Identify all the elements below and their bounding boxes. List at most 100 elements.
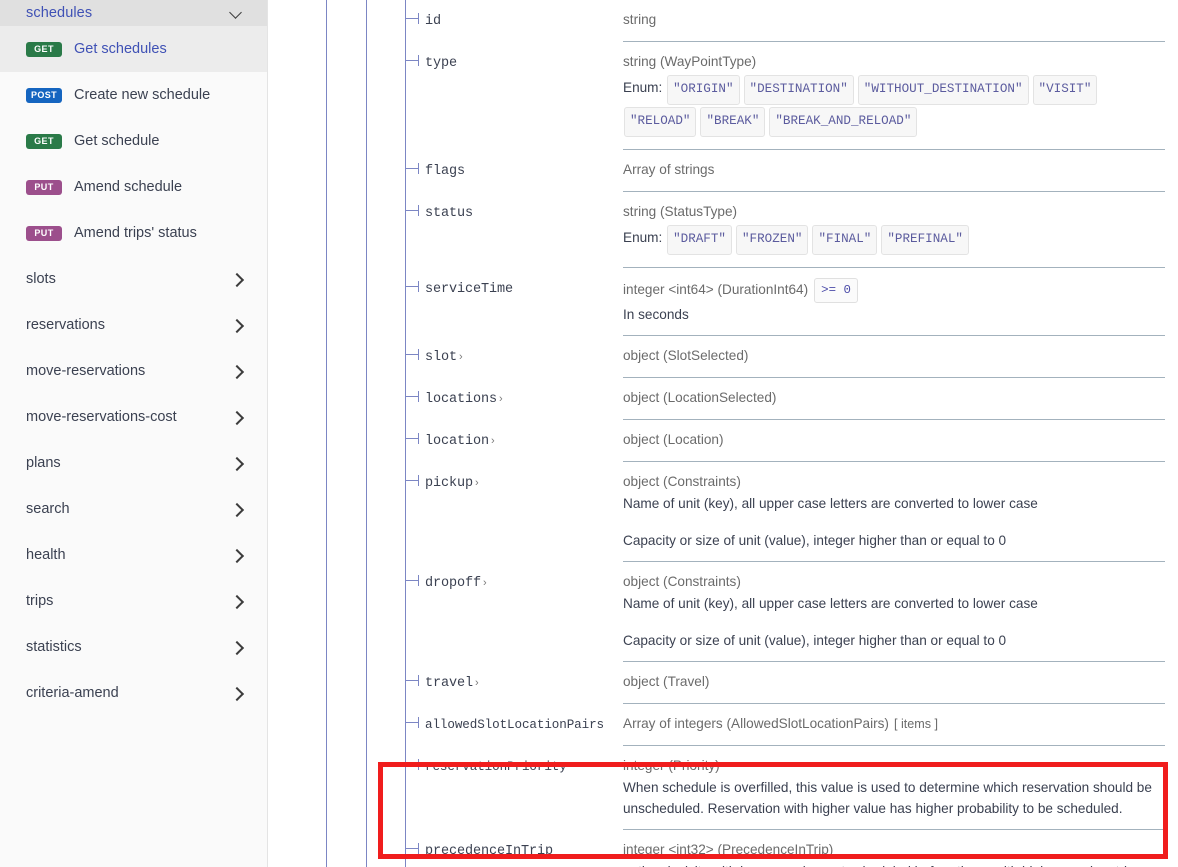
sidebar-tag-move-reservations-cost[interactable]: move-reservations-cost — [0, 394, 267, 440]
http-method-badge: GET — [26, 42, 62, 57]
chevron-right-icon[interactable] — [230, 549, 243, 562]
chevron-right-icon[interactable] — [230, 687, 243, 700]
schema-property-type: integer <int64> (DurationInt64)>= 0 — [623, 278, 1165, 303]
schema-property-detail-cell: Array of integers (AllowedSlotLocationPa… — [623, 704, 1165, 746]
sidebar-operation-amend-schedule[interactable]: PUTAmend schedule — [0, 164, 267, 210]
schema-property-detail-cell: integer (Priority)When schedule is overf… — [623, 746, 1165, 830]
schema-property-row: allowedSlotLocationPairs Array of integer… — [268, 704, 1178, 746]
schema-type-text: integer <int64> (DurationInt64) — [623, 282, 808, 297]
schema-type-text: object (Travel) — [623, 674, 709, 689]
schema-property-row: serviceTimeinteger <int64> (DurationInt6… — [268, 268, 1178, 336]
schema-property-row: idstring — [268, 0, 1178, 42]
schema-property-name: slot — [425, 350, 457, 365]
schema-property-type: Array of integers (AllowedSlotLocationPa… — [623, 714, 1165, 734]
schema-enum-value: "ORIGIN" — [667, 75, 739, 105]
schema-property-type: integer (Priority) — [623, 756, 1165, 776]
expand-chevron-icon[interactable]: › — [481, 577, 487, 589]
expand-chevron-icon[interactable]: › — [489, 435, 495, 447]
sidebar-tag-schedules[interactable]: schedules — [0, 0, 267, 26]
sidebar-operation-amend-trips-status[interactable]: PUTAmend trips' status — [0, 210, 267, 256]
schema-property-description: In seconds — [623, 303, 1165, 325]
sidebar-operation-create-new-schedule[interactable]: POSTCreate new schedule — [0, 72, 267, 118]
schema-type-text: object (Location) — [623, 432, 724, 447]
schema-enum-value: "FINAL" — [812, 225, 877, 255]
schema-property-name: pickup — [425, 476, 473, 491]
schema-type-text: string — [623, 12, 656, 27]
expand-chevron-icon[interactable]: › — [473, 677, 479, 689]
expand-chevron-icon[interactable]: › — [473, 477, 479, 489]
sidebar-operation-label: Get schedules — [74, 41, 167, 57]
schema-property-name: location — [425, 434, 489, 449]
sidebar-tag-label: slots — [26, 271, 56, 287]
sidebar-operation-get-schedules[interactable]: GET Get schedules — [0, 26, 267, 72]
swagger-ui-root: schedules GET Get schedules POSTCreate new… — [0, 0, 1178, 867]
sidebar-tag-label: trips — [26, 593, 53, 609]
chevron-right-icon[interactable] — [230, 273, 243, 286]
schema-property-detail-cell: object (LocationSelected) — [623, 378, 1165, 420]
schema-property-name-cell: dropoff› — [405, 562, 623, 662]
schema-property-name-cell: locations› — [405, 378, 623, 420]
schema-property-name-cell: travel› — [405, 662, 623, 704]
schema-property-name-cell: pickup› — [405, 462, 623, 562]
chevron-right-icon[interactable] — [230, 641, 243, 654]
schema-property-row: precedenceInTripinteger <int32> (Precede… — [268, 830, 1178, 867]
schema-property-name-cell: location› — [405, 420, 623, 462]
schema-property-name: precedenceInTrip — [425, 844, 553, 859]
sidebar-tag-reservations[interactable]: reservations — [0, 302, 267, 348]
schema-type-text: string (StatusType) — [623, 204, 737, 219]
sidebar-tag-statistics[interactable]: statistics — [0, 624, 267, 670]
schema-property-row: travel›object (Travel) — [268, 662, 1178, 704]
schema-type-text: object (LocationSelected) — [623, 390, 776, 405]
schema-property-name: reservationPriority — [425, 760, 567, 774]
expand-chevron-icon[interactable]: › — [497, 393, 503, 405]
schema-property-row: status string (StatusType) Enum: "DRAFT""F… — [268, 192, 1178, 268]
sidebar-operation-label: Amend schedule — [74, 179, 182, 195]
chevron-right-icon[interactable] — [230, 319, 243, 332]
sidebar-operation-get-schedule[interactable]: GETGet schedule — [0, 118, 267, 164]
chevron-right-icon[interactable] — [230, 411, 243, 424]
schema-type-text: object (Constraints) — [623, 474, 741, 489]
schema-type-text: object (Constraints) — [623, 574, 741, 589]
schema-items-link[interactable]: [ items ] — [889, 717, 938, 731]
chevron-right-icon[interactable] — [230, 595, 243, 608]
sidebar-tag-label: plans — [26, 455, 61, 471]
http-method-badge: GET — [26, 134, 62, 149]
schema-enum-value: "VISIT" — [1033, 75, 1098, 105]
schema-type-text: object (SlotSelected) — [623, 348, 748, 363]
schema-type-text: string (WayPointType) — [623, 54, 756, 69]
schema-property-name-cell: flags — [405, 150, 623, 192]
schema-property-name: type — [425, 56, 457, 71]
chevron-down-icon[interactable] — [230, 7, 243, 20]
sidebar-tag-slots[interactable]: slots — [0, 256, 267, 302]
schema-property-detail-cell: object (Constraints)Name of unit (key), … — [623, 562, 1165, 662]
schema-property-description: Name of unit (key), all upper case lette… — [623, 492, 1165, 514]
schema-property-name: allowedSlotLocationPairs — [425, 718, 604, 732]
sidebar-operation-label: Amend trips' status — [74, 225, 197, 241]
sidebar-tag-label: statistics — [26, 639, 82, 655]
schema-enum-list: Enum: "DRAFT""FROZEN""FINAL""PREFINAL" — [623, 222, 1165, 257]
sidebar-tag-move-reservations[interactable]: move-reservations — [0, 348, 267, 394]
chevron-right-icon[interactable] — [230, 457, 243, 470]
http-method-badge: POST — [26, 88, 62, 103]
sidebar-tag-criteria-amend[interactable]: criteria-amend — [0, 670, 267, 716]
chevron-right-icon[interactable] — [230, 503, 243, 516]
sidebar-tag-plans[interactable]: plans — [0, 440, 267, 486]
sidebar-tag-trips[interactable]: trips — [0, 578, 267, 624]
schema-property-type: object (Travel) — [623, 672, 1165, 692]
schema-property-name-cell: status — [405, 192, 623, 268]
schema-enum-list: Enum: "ORIGIN""DESTINATION""WITHOUT_DEST… — [623, 72, 1165, 139]
expand-chevron-icon[interactable]: › — [457, 351, 463, 363]
schema-property-name: travel — [425, 676, 473, 691]
sidebar-tag-search[interactable]: search — [0, 486, 267, 532]
schema-property-type: object (SlotSelected) — [623, 346, 1165, 366]
sidebar-tag-health[interactable]: health — [0, 532, 267, 578]
schema-property-name-cell: serviceTime — [405, 268, 623, 336]
schema-property-name: locations — [425, 392, 497, 407]
schema-property-row: locations›object (LocationSelected) — [268, 378, 1178, 420]
chevron-right-icon[interactable] — [230, 365, 243, 378]
sidebar-tag-label: move-reservations — [26, 363, 145, 379]
schema-enum-value: "BREAK" — [700, 107, 765, 137]
schema-property-name: status — [425, 206, 473, 221]
schema-property-name-cell: id — [405, 0, 623, 42]
schema-property-row: dropoff›object (Constraints)Name of unit… — [268, 562, 1178, 662]
